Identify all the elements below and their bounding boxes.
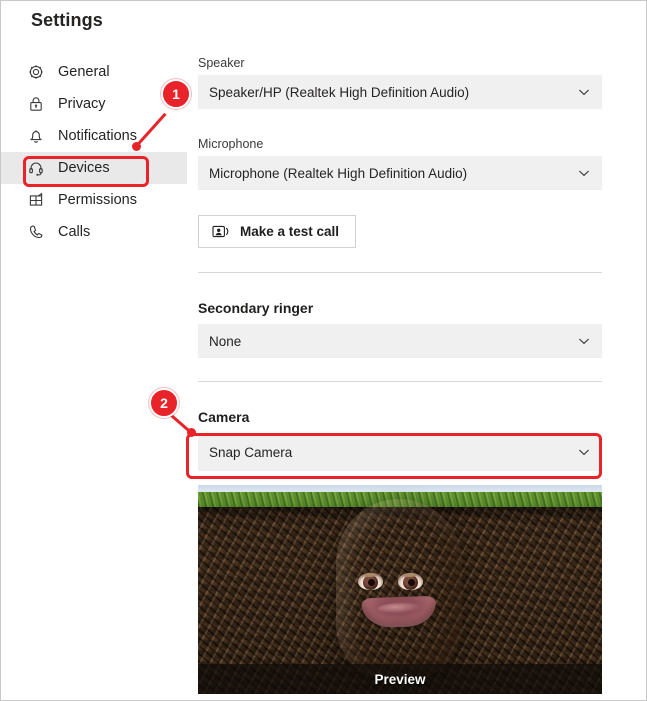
preview-caption: Preview (374, 671, 426, 687)
pupil (367, 579, 375, 586)
preview-caption-bar: Preview (198, 664, 602, 694)
chevron-down-icon (576, 444, 592, 460)
sidebar-item-permissions[interactable]: Permissions (1, 184, 187, 216)
microphone-field: Microphone Microphone (Realtek High Defi… (198, 137, 602, 190)
divider-2 (198, 381, 602, 382)
microphone-dropdown-value: Microphone (Realtek High Definition Audi… (209, 165, 468, 181)
sidebar-item-label: Notifications (58, 128, 137, 144)
secondary-ringer-heading: Secondary ringer (198, 300, 314, 316)
page-title: Settings (31, 10, 103, 30)
settings-sidebar: General Privacy Notifications Devices Pe… (1, 56, 187, 248)
annotation-badge-1: 1 (161, 79, 191, 109)
annotation-badge-2: 2 (149, 388, 179, 418)
speaker-dropdown[interactable]: Speaker/HP (Realtek High Definition Audi… (198, 75, 602, 109)
sidebar-item-notifications[interactable]: Notifications (1, 120, 187, 152)
sidebar-item-label: General (58, 64, 110, 80)
sidebar-item-calls[interactable]: Calls (1, 216, 187, 248)
secondary-ringer-field: Secondary ringer None (198, 300, 602, 358)
sidebar-item-devices[interactable]: Devices (1, 152, 187, 184)
test-call-icon (212, 224, 230, 239)
secondary-ringer-dropdown-value: None (209, 333, 242, 349)
mouth-highlight (377, 602, 423, 614)
pupil (407, 579, 415, 586)
chevron-down-icon (576, 165, 592, 181)
sidebar-item-label: Devices (58, 160, 110, 176)
camera-preview: Preview (198, 485, 602, 694)
potato-right-eye (398, 573, 423, 590)
headset-icon (27, 159, 45, 177)
sidebar-item-label: Calls (58, 224, 91, 240)
bell-icon (27, 127, 45, 145)
settings-window: Settings General Privacy Notifications D… (0, 0, 647, 701)
camera-dropdown[interactable]: Snap Camera (198, 433, 602, 471)
sidebar-item-general[interactable]: General (1, 56, 187, 88)
camera-dropdown-value: Snap Camera (209, 444, 293, 460)
chevron-down-icon (576, 333, 592, 349)
speaker-label: Speaker (198, 56, 245, 70)
annotation-dot-1 (132, 142, 141, 151)
camera-field: Camera Snap Camera (198, 409, 602, 471)
camera-heading: Camera (198, 409, 250, 425)
secondary-ringer-dropdown[interactable]: None (198, 324, 602, 358)
potato-mouth (361, 595, 437, 629)
lock-icon (27, 95, 45, 113)
sidebar-item-privacy[interactable]: Privacy (1, 88, 187, 120)
gear-icon (27, 63, 45, 81)
make-test-call-button[interactable]: Make a test call (198, 215, 357, 248)
eyelid (358, 573, 383, 577)
microphone-label: Microphone (198, 137, 264, 151)
annotation-dot-2 (187, 428, 196, 437)
phone-icon (27, 223, 45, 241)
chevron-down-icon (576, 84, 592, 100)
make-test-call-label: Make a test call (240, 224, 340, 239)
sidebar-item-label: Privacy (58, 96, 106, 112)
permissions-icon (27, 191, 45, 209)
sidebar-item-label: Permissions (58, 192, 137, 208)
potato-left-eye (358, 573, 383, 590)
potato-avatar (336, 499, 462, 681)
test-call-wrapper: Make a test call (198, 215, 357, 248)
microphone-dropdown[interactable]: Microphone (Realtek High Definition Audi… (198, 156, 602, 190)
speaker-field: Speaker Speaker/HP (Realtek High Definit… (198, 56, 602, 109)
eyelid (398, 573, 423, 577)
speaker-dropdown-value: Speaker/HP (Realtek High Definition Audi… (209, 84, 470, 100)
divider-1 (198, 272, 602, 273)
